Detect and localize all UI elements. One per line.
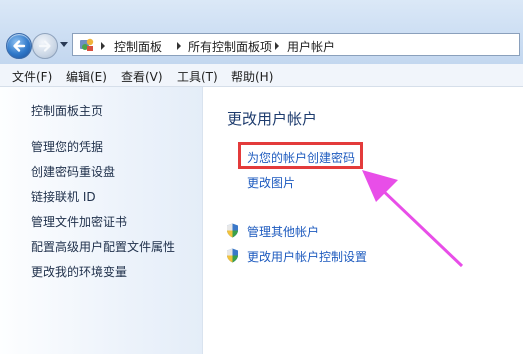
address-bar-area: 控制面板 所有控制面板项 用户帐户 xyxy=(0,0,523,64)
uac-shield-icon xyxy=(227,223,238,238)
forward-button[interactable] xyxy=(32,33,58,59)
manage-other-accounts-link[interactable]: 管理其他帐户 xyxy=(247,223,319,240)
sidebar-item-encryption[interactable]: 管理文件加密证书 xyxy=(31,213,127,230)
sidebar-item-env-vars[interactable]: 更改我的环境变量 xyxy=(31,263,127,280)
menu-view[interactable]: 查看(V) xyxy=(121,68,163,85)
recent-pages-dropdown[interactable] xyxy=(60,42,68,47)
create-password-link[interactable]: 为您的帐户创建密码 xyxy=(247,149,355,166)
control-panel-icon xyxy=(80,38,94,51)
sidebar-item-online-id[interactable]: 链接联机 ID xyxy=(31,188,96,205)
forward-arrow-icon xyxy=(38,40,51,52)
address-box[interactable]: 控制面板 所有控制面板项 用户帐户 xyxy=(72,33,520,56)
menu-help[interactable]: 帮助(H) xyxy=(231,68,273,85)
menu-edit[interactable]: 编辑(E) xyxy=(66,68,107,85)
menu-bar: 文件(F) 编辑(E) 查看(V) 工具(T) 帮助(H) xyxy=(0,64,523,87)
sidebar-item-credentials[interactable]: 管理您的凭据 xyxy=(31,138,103,155)
menu-file[interactable]: 文件(F) xyxy=(12,68,52,85)
breadcrumb-control-panel[interactable]: 控制面板 xyxy=(114,38,162,55)
breadcrumb-user-accounts[interactable]: 用户帐户 xyxy=(287,38,335,55)
uac-shield-icon xyxy=(227,248,238,263)
sidebar-item-home[interactable]: 控制面板主页 xyxy=(31,102,103,119)
back-arrow-icon xyxy=(13,40,26,52)
breadcrumb-separator xyxy=(101,42,105,50)
annotation-arrow xyxy=(362,170,464,268)
back-button[interactable] xyxy=(6,33,32,59)
page-title: 更改用户帐户 xyxy=(227,110,318,128)
breadcrumb-separator xyxy=(275,42,279,50)
change-picture-link[interactable]: 更改图片 xyxy=(247,174,295,191)
breadcrumb-all-items[interactable]: 所有控制面板项 xyxy=(188,38,272,55)
breadcrumb-separator xyxy=(177,42,181,50)
sidebar-item-reset-disk[interactable]: 创建密码重设盘 xyxy=(31,163,115,180)
sidebar-item-profile[interactable]: 配置高级用户配置文件属性 xyxy=(31,238,175,255)
menu-tools[interactable]: 工具(T) xyxy=(177,68,218,85)
